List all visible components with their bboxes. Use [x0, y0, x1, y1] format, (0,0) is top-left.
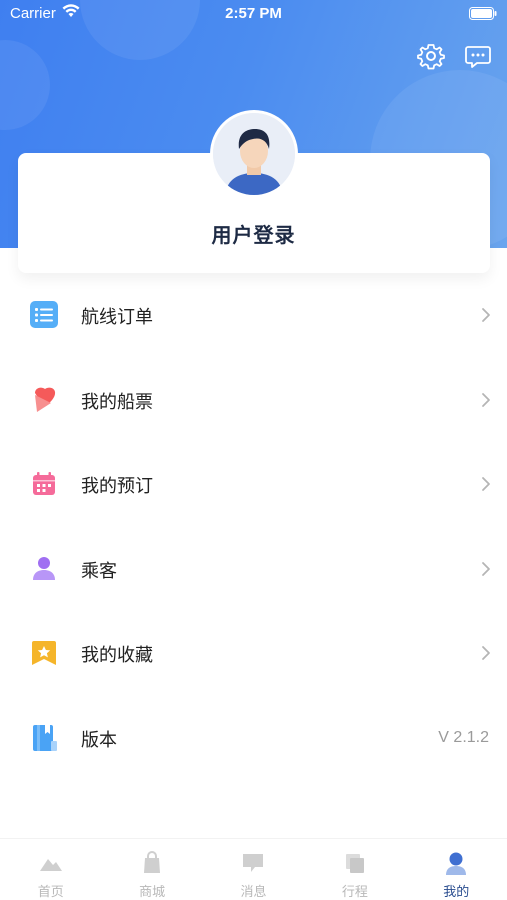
tab-label: 商城: [139, 885, 166, 900]
tab-label: 我的: [443, 885, 470, 900]
menu-item-label: 航线订单: [81, 307, 153, 328]
menu-item-passengers[interactable]: 乘客: [0, 527, 507, 612]
list-icon: [30, 301, 58, 328]
chevron-right-icon: [482, 308, 490, 322]
person-icon: [33, 556, 55, 580]
avatar[interactable]: [210, 110, 298, 198]
chevron-right-icon: [482, 561, 490, 576]
home-icon: [39, 859, 62, 871]
status-bar: Carrier 2:57 PM: [0, 0, 507, 28]
tab-bar: 首页 商城 消息 行程 我的: [0, 838, 507, 900]
tab-shop[interactable]: 商城: [101, 839, 202, 900]
calendar-icon: [33, 472, 55, 495]
tab-label: 行程: [341, 885, 368, 900]
gear-icon[interactable]: [417, 42, 445, 70]
menu-item-label: 版本: [81, 729, 117, 751]
login-label[interactable]: 用户登录: [0, 219, 507, 248]
tab-trips[interactable]: 行程: [304, 839, 405, 900]
menu-item-version: 版本 V 2.1.2: [0, 696, 507, 781]
menu-item-my-tickets[interactable]: 我的船票: [0, 358, 507, 443]
tab-profile[interactable]: 我的: [406, 839, 507, 900]
user-avatar-icon: [213, 113, 295, 195]
chevron-right-icon: [482, 477, 490, 491]
menu-list: 航线订单 我的船票 我的预订 乘客 我的收藏 版本 V 2.1.2: [0, 273, 507, 780]
trip-icon: [345, 854, 364, 873]
tab-messages[interactable]: 消息: [203, 839, 304, 900]
menu-item-favorites[interactable]: 我的收藏: [0, 611, 507, 696]
menu-item-label: 我的预订: [81, 476, 153, 497]
chevron-right-icon: [482, 392, 490, 407]
star-icon: [32, 641, 56, 665]
book-icon: [33, 724, 57, 751]
ticket-icon: [35, 387, 56, 412]
message-tab-icon: [243, 854, 264, 872]
tab-home[interactable]: 首页: [0, 839, 101, 900]
status-time: 2:57 PM: [225, 5, 282, 22]
profile-icon: [446, 852, 467, 875]
version-value: V 2.1.2: [438, 728, 489, 746]
menu-item-label: 乘客: [81, 560, 117, 582]
menu-item-route-orders[interactable]: 航线订单: [0, 273, 507, 358]
menu-item-label: 我的船票: [81, 391, 153, 413]
tab-label: 首页: [37, 885, 64, 900]
menu-item-label: 我的收藏: [81, 645, 153, 666]
shop-icon: [144, 851, 161, 873]
menu-item-my-reservations[interactable]: 我的预订: [0, 442, 507, 527]
tab-label: 消息: [240, 885, 267, 900]
battery-icon: [469, 7, 497, 20]
message-icon[interactable]: [465, 42, 491, 70]
chevron-right-icon: [482, 646, 490, 660]
